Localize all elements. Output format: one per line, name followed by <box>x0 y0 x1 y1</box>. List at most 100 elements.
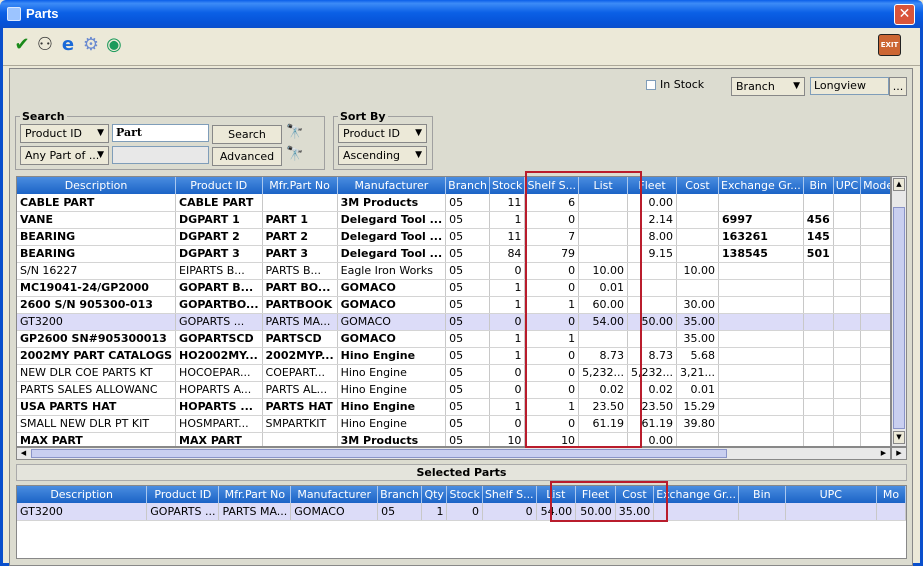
selected-cell[interactable]: 05 <box>377 503 422 521</box>
grid-row[interactable]: GP2600 SN#905300013 GOPARTSCD PARTSCD GOMAC… <box>17 330 890 348</box>
grid-cell[interactable]: 0 <box>489 262 526 280</box>
grid-cell[interactable]: 2002MY PART CATALOGS <box>17 347 177 365</box>
grid-row[interactable]: BEARING DGPART 2 PART 2 Delegard Tool ... 05… <box>17 228 890 246</box>
scroll-left-icon[interactable]: ◀ <box>18 448 29 459</box>
grid-cell[interactable] <box>718 415 804 433</box>
grid-cell[interactable]: 3,21... <box>676 364 720 382</box>
grid-cell[interactable] <box>676 194 720 212</box>
grid-cell[interactable]: PARTS AL... <box>262 381 338 399</box>
grid-cell[interactable]: 39.80 <box>676 415 720 433</box>
branch-select[interactable]: Branch ▼ <box>731 77 805 96</box>
grid-cell[interactable]: 3M Products <box>337 194 447 212</box>
selected-col-header[interactable]: Product ID <box>146 486 220 503</box>
selected-cell[interactable]: 0 <box>446 503 483 521</box>
search-input-secondary[interactable] <box>112 146 209 164</box>
close-button[interactable]: ✕ <box>894 4 915 25</box>
grid-cell[interactable]: Hino Engine <box>337 415 447 433</box>
grid-cell[interactable]: MAX PART <box>175 432 263 446</box>
grid-cell[interactable]: Eagle Iron Works <box>337 262 447 280</box>
grid-cell[interactable]: 15.29 <box>676 398 720 416</box>
grid-cell[interactable] <box>803 330 834 348</box>
binoculars-icon[interactable]: 🔭 <box>286 124 303 140</box>
scroll-thumb[interactable] <box>893 207 905 429</box>
grid-cell[interactable]: Delegard Tool ... <box>337 211 447 229</box>
grid-cell[interactable] <box>803 194 834 212</box>
selected-cell[interactable]: PARTS MA... <box>218 503 292 521</box>
grid-cell[interactable]: PARTSCD <box>262 330 338 348</box>
grid-cell[interactable]: BEARING <box>17 245 177 263</box>
grid-vertical-scrollbar[interactable]: ▲ ▼ <box>891 176 907 447</box>
grid-cell[interactable]: 0 <box>489 415 526 433</box>
grid-cell[interactable] <box>718 194 804 212</box>
grid-cell[interactable]: BEARING <box>17 228 177 246</box>
grid-cell[interactable]: GOMACO <box>337 330 447 348</box>
grid-cell[interactable] <box>803 398 834 416</box>
grid-cell[interactable]: SMPARTKIT <box>262 415 338 433</box>
grid-cell[interactable]: 35.00 <box>676 313 720 331</box>
grid-cell[interactable] <box>833 296 862 314</box>
globe-icon[interactable]: ◉ <box>103 33 125 57</box>
grid-cell[interactable]: Hino Engine <box>337 398 447 416</box>
selected-cell[interactable] <box>876 503 906 521</box>
grid-col-header[interactable]: Mfr.Part No <box>262 177 338 194</box>
grid-cell[interactable] <box>833 262 862 280</box>
grid-col-header[interactable]: Cost <box>676 177 720 194</box>
grid-row[interactable]: MAX PART MAX PART 3M Products 05 10 10 0.00 <box>17 432 890 446</box>
grid-cell[interactable]: Hino Engine <box>337 347 447 365</box>
grid-cell[interactable] <box>860 313 890 331</box>
group-icon[interactable]: ⚇ <box>34 33 56 57</box>
grid-cell[interactable] <box>860 364 890 382</box>
grid-cell[interactable] <box>803 279 834 297</box>
grid-cell[interactable] <box>803 364 834 382</box>
grid-cell[interactable]: 1 <box>489 279 526 297</box>
grid-cell[interactable] <box>803 381 834 399</box>
selected-col-header[interactable]: Manufacturer <box>290 486 379 503</box>
grid-cell[interactable]: PART 3 <box>262 245 338 263</box>
grid-cell[interactable]: 05 <box>445 347 490 365</box>
grid-cell[interactable] <box>676 211 720 229</box>
selected-cell[interactable]: 0 <box>482 503 537 521</box>
check-icon[interactable]: ✔ <box>11 33 33 57</box>
grid-cell[interactable]: 05 <box>445 211 490 229</box>
scroll-right-icon[interactable]: ▶ <box>878 448 889 459</box>
grid-cell[interactable]: PARTS SALES ALLOWANC <box>17 381 177 399</box>
grid-cell[interactable] <box>718 398 804 416</box>
grid-cell[interactable]: 05 <box>445 432 490 446</box>
grid-cell[interactable] <box>262 432 338 446</box>
grid-cell[interactable]: DGPART 1 <box>175 211 263 229</box>
grid-cell[interactable]: 1 <box>489 211 526 229</box>
gears-icon[interactable]: ⚙ <box>80 33 102 57</box>
grid-cell[interactable]: 5.68 <box>676 347 720 365</box>
selected-cell[interactable] <box>738 503 786 521</box>
grid-cell[interactable]: CABLE PART <box>175 194 263 212</box>
grid-cell[interactable] <box>860 398 890 416</box>
match-type-select[interactable]: Any Part of ... ▼ <box>20 146 109 165</box>
grid-cell[interactable] <box>833 347 862 365</box>
grid-cell[interactable]: 2600 S/N 905300-013 <box>17 296 177 314</box>
grid-row[interactable]: NEW DLR COE PARTS KT HOCOEPAR... COEPART..… <box>17 364 890 382</box>
grid-cell[interactable]: 05 <box>445 415 490 433</box>
grid-cell[interactable]: MC19041-24/GP2000 <box>17 279 177 297</box>
in-stock-checkbox[interactable] <box>646 80 656 90</box>
grid-cell[interactable] <box>718 432 804 446</box>
grid-cell[interactable] <box>860 432 890 446</box>
grid-row[interactable]: MC19041-24/GP2000 GOPART B... PART BO... GO… <box>17 279 890 297</box>
hscroll-thumb[interactable] <box>31 449 727 458</box>
grid-cell[interactable]: GOPARTBO... <box>175 296 263 314</box>
grid-cell[interactable]: 11 <box>489 228 526 246</box>
grid-cell[interactable]: 05 <box>445 330 490 348</box>
grid-cell[interactable]: PARTS B... <box>262 262 338 280</box>
grid-col-header[interactable]: Exchange Gr... <box>718 177 804 194</box>
grid-cell[interactable]: PART 1 <box>262 211 338 229</box>
grid-cell[interactable]: 05 <box>445 364 490 382</box>
grid-col-header[interactable]: Stock <box>489 177 526 194</box>
selected-col-header[interactable]: Bin <box>738 486 786 503</box>
grid-cell[interactable]: 05 <box>445 381 490 399</box>
grid-cell[interactable]: 11 <box>489 194 526 212</box>
grid-cell[interactable] <box>860 211 890 229</box>
grid-cell[interactable]: MAX PART <box>17 432 177 446</box>
grid-horizontal-scrollbar[interactable]: ◀ ▶ <box>16 447 891 460</box>
grid-cell[interactable] <box>676 245 720 263</box>
grid-cell[interactable]: 163261 <box>718 228 804 246</box>
grid-col-header[interactable]: Mode <box>860 177 890 194</box>
